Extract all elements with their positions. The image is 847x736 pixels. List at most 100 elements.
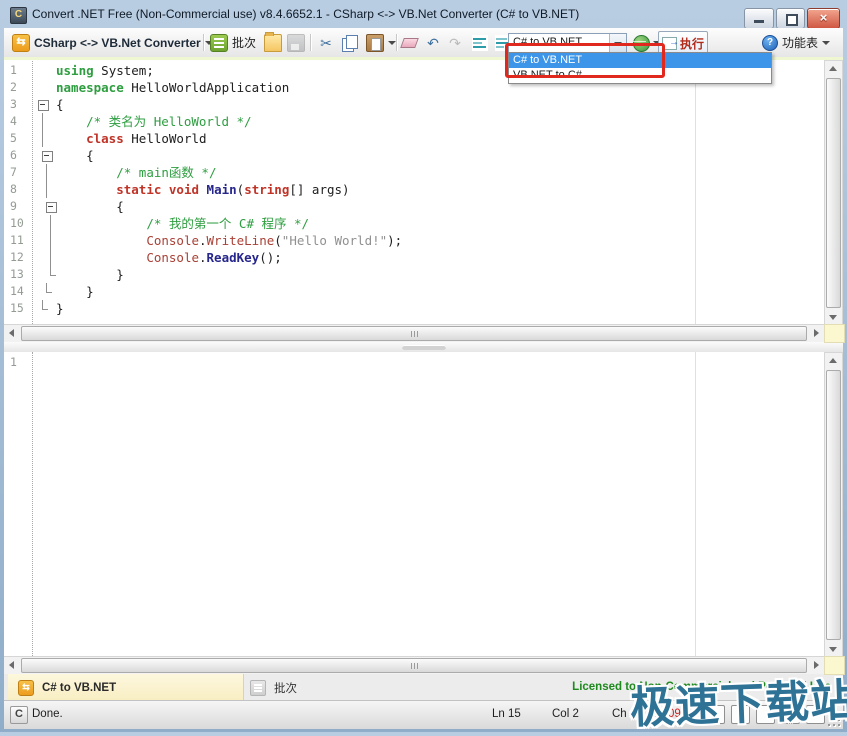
- menu-button[interactable]: ? 功能表: [760, 32, 832, 53]
- code-line: 4 /* 类名为 HelloWorld */: [4, 113, 823, 130]
- code-text: static void Main(string[] args): [56, 181, 350, 198]
- code-line: 15}: [4, 300, 823, 317]
- status-toggle-button[interactable]: [756, 705, 775, 724]
- splitter-grip-icon: [402, 345, 446, 350]
- fold-margin: [34, 164, 56, 181]
- line-number: 12: [4, 249, 34, 266]
- source-vertical-scrollbar[interactable]: [824, 60, 843, 326]
- scroll-up-arrow[interactable]: [825, 61, 840, 76]
- format-code-button[interactable]: [470, 32, 490, 53]
- converter-menu-button[interactable]: ⇆ CSharp <-> VB.Net Converter: [10, 32, 215, 53]
- line-number: 9: [4, 198, 34, 215]
- fold-connector-line: [46, 181, 47, 198]
- code-text: /* main函数 */: [56, 164, 216, 181]
- combo-dropdown-button[interactable]: [609, 34, 626, 53]
- paste-button[interactable]: [364, 32, 398, 53]
- scroll-left-arrow[interactable]: [4, 325, 19, 340]
- batch-button-label: 批次: [232, 34, 256, 51]
- line-number: 5: [4, 130, 34, 147]
- tab-batch[interactable]: 批次: [240, 674, 307, 701]
- code-line: 1: [4, 354, 823, 371]
- undo-button[interactable]: ↶: [423, 32, 443, 53]
- scroll-left-arrow[interactable]: [4, 657, 19, 672]
- fold-margin: [34, 147, 56, 164]
- fold-margin: [34, 215, 56, 232]
- source-horizontal-scrollbar[interactable]: [4, 324, 824, 342]
- maximize-icon: [786, 14, 798, 26]
- clear-button[interactable]: [400, 32, 420, 53]
- result-horizontal-scrollbar[interactable]: [4, 656, 824, 674]
- fold-margin: [34, 113, 56, 130]
- scrollbar-thumb[interactable]: [826, 78, 841, 308]
- resize-grip-icon[interactable]: [827, 713, 840, 726]
- tab-csharp-to-vbnet[interactable]: ⇆ C# to VB.NET: [8, 674, 244, 701]
- code-text: {: [56, 96, 64, 113]
- fold-margin: [34, 283, 56, 300]
- code-line: 6 {: [4, 147, 823, 164]
- direction-combo[interactable]: C# to VB.NET: [508, 33, 627, 54]
- status-toggle-button[interactable]: [781, 705, 800, 724]
- scroll-down-arrow[interactable]: [825, 642, 840, 657]
- scrollbar-thumb[interactable]: [21, 326, 807, 341]
- window-title: Convert .NET Free (Non-Commercial use) v…: [32, 7, 579, 21]
- line-number: 8: [4, 181, 34, 198]
- fold-margin: [34, 181, 56, 198]
- fold-connector-line: [42, 113, 43, 130]
- status-toggle-button[interactable]: 2: [731, 705, 750, 724]
- code-text: }: [56, 266, 124, 283]
- fold-margin: [34, 130, 56, 147]
- code-line: 8 static void Main(string[] args): [4, 181, 823, 198]
- dropdown-item-csharp-to-vbnet[interactable]: C# to VB.NET: [509, 53, 771, 68]
- batch-icon: [210, 34, 228, 52]
- close-button[interactable]: ×: [807, 8, 840, 29]
- scrollbar-thumb[interactable]: [826, 370, 841, 640]
- line-number: 7: [4, 164, 34, 181]
- fold-collapse-icon[interactable]: [42, 151, 53, 162]
- status-toggle-button[interactable]: [706, 705, 725, 724]
- status-column-indicator: Col 2: [552, 708, 579, 720]
- code-line: 14 }: [4, 283, 823, 300]
- redo-icon: ↷: [447, 35, 463, 51]
- toolbar-separator: [203, 34, 204, 51]
- code-line: 3{: [4, 96, 823, 113]
- toolbar-separator: [310, 34, 311, 51]
- result-vertical-scrollbar[interactable]: [824, 352, 843, 658]
- line-number: 2: [4, 79, 34, 96]
- scroll-right-arrow[interactable]: [809, 325, 824, 340]
- status-toggle-button[interactable]: [806, 705, 825, 724]
- save-button[interactable]: [285, 32, 307, 53]
- maximize-button[interactable]: [776, 8, 805, 29]
- redo-button[interactable]: ↷: [445, 32, 465, 53]
- batch-button[interactable]: 批次: [208, 32, 258, 53]
- code-line: 9 {: [4, 198, 823, 215]
- minimize-button[interactable]: [744, 8, 774, 29]
- scroll-down-arrow[interactable]: [825, 310, 840, 325]
- code-line: 5 class HelloWorld: [4, 130, 823, 147]
- tab-label: 批次: [274, 680, 297, 696]
- undo-icon: ↶: [425, 35, 441, 51]
- title-bar: C Convert .NET Free (Non-Commercial use)…: [0, 0, 847, 28]
- source-editor[interactable]: 1using System;2namespace HelloWorldAppli…: [4, 57, 843, 324]
- format-lines-icon: [472, 35, 488, 51]
- open-file-button[interactable]: [262, 32, 284, 53]
- fold-collapse-icon[interactable]: [46, 202, 57, 213]
- copy-button[interactable]: [340, 32, 360, 53]
- cut-icon: ✂: [318, 35, 334, 51]
- scroll-right-arrow[interactable]: [809, 657, 824, 672]
- fold-margin: [34, 232, 56, 249]
- fold-margin: [34, 266, 56, 283]
- scroll-up-arrow[interactable]: [825, 353, 840, 368]
- scrollbar-thumb[interactable]: [21, 658, 807, 673]
- chevron-down-icon: [388, 41, 396, 45]
- cut-button[interactable]: ✂: [316, 32, 336, 53]
- fold-collapse-icon[interactable]: [38, 100, 49, 111]
- status-char-indicator: Ch 2: [612, 708, 636, 720]
- close-icon: ×: [808, 9, 839, 26]
- paste-icon: [366, 34, 384, 52]
- line-number: 10: [4, 215, 34, 232]
- code-text: }: [56, 300, 64, 317]
- result-editor[interactable]: 1: [4, 352, 843, 656]
- converter-icon: ⇆: [18, 680, 34, 696]
- edge-column-line: [695, 352, 696, 656]
- dropdown-item-vbnet-to-csharp[interactable]: VB.NET to C#: [509, 68, 771, 83]
